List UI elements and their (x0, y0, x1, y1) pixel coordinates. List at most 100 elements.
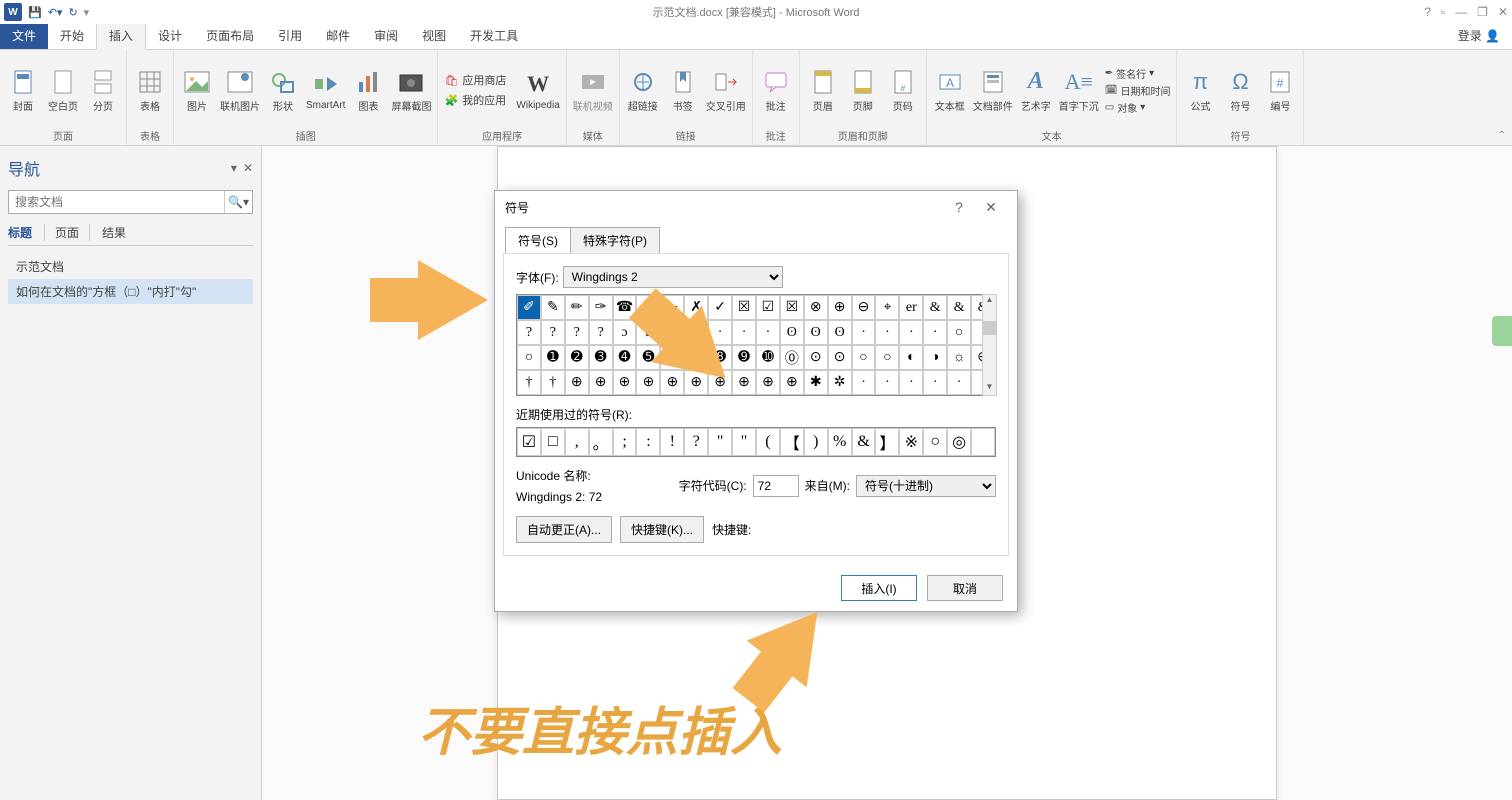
collapse-ribbon-icon[interactable]: ⌃ (1498, 130, 1506, 141)
symbol-cell[interactable]: · (899, 370, 923, 395)
tab-view[interactable]: 视图 (410, 22, 458, 49)
screenshot-button[interactable]: 屏幕截图 (391, 68, 431, 113)
recent-symbol-cell[interactable]: ) (804, 428, 828, 456)
blank-page-button[interactable]: 空白页 (46, 68, 80, 113)
tab-mailings[interactable]: 邮件 (314, 22, 362, 49)
tab-references[interactable]: 引用 (266, 22, 314, 49)
footer-button[interactable]: 页脚 (846, 68, 880, 113)
symbol-cell[interactable]: ✎ (541, 295, 565, 320)
symbol-cell[interactable]: ○ (947, 320, 971, 345)
header-button[interactable]: 页眉 (806, 68, 840, 113)
scroll-indicator[interactable] (1492, 316, 1512, 346)
symbol-cell[interactable]: ʘ (828, 320, 852, 345)
online-video-button[interactable]: 联机视频 (573, 68, 613, 113)
recent-symbol-cell[interactable]: : (636, 428, 660, 456)
symbol-cell[interactable]: ☼ (947, 345, 971, 370)
restore-icon[interactable]: ❐ (1477, 5, 1488, 19)
online-picture-button[interactable]: 联机图片 (220, 68, 260, 113)
symbol-cell[interactable]: † (541, 370, 565, 395)
pagenum-button[interactable]: #页码 (886, 68, 920, 113)
wikipedia-button[interactable]: WWikipedia (516, 70, 559, 111)
nav-close-icon[interactable]: ✕ (243, 161, 253, 175)
recent-symbol-cell[interactable]: ( (756, 428, 780, 456)
save-icon[interactable]: 💾 (28, 6, 42, 19)
page-break-button[interactable]: 分页 (86, 68, 120, 113)
insert-button[interactable]: 插入(I) (841, 575, 917, 601)
object-button[interactable]: ▭对象 ▾ (1105, 100, 1171, 115)
symbol-cell[interactable]: ⊕ (828, 295, 852, 320)
hyperlink-button[interactable]: 超链接 (626, 68, 660, 113)
symbol-scrollbar[interactable]: ▲ ▼ (982, 294, 997, 396)
equation-button[interactable]: π公式 (1183, 68, 1217, 113)
tab-developer[interactable]: 开发工具 (458, 22, 530, 49)
symbol-cell[interactable]: ʘ (780, 320, 804, 345)
dialog-tab-special[interactable]: 特殊字符(P) (571, 227, 660, 254)
symbol-cell[interactable]: ⊕ (732, 370, 756, 395)
tab-insert[interactable]: 插入 (96, 21, 146, 50)
symbol-cell[interactable]: ⊕ (756, 370, 780, 395)
nav-dropdown-icon[interactable]: ▾ (231, 161, 237, 175)
textbox-button[interactable]: A文本框 (933, 68, 967, 113)
quickparts-button[interactable]: 文档部件 (973, 68, 1013, 113)
crossref-button[interactable]: 交叉引用 (706, 68, 746, 113)
symbol-cell[interactable]: ○ (852, 345, 876, 370)
symbol-cell[interactable]: ○ (517, 345, 541, 370)
app-store-button[interactable]: 🛍应用商店 (444, 72, 506, 88)
recent-symbol-cell[interactable]: , (565, 428, 589, 456)
symbol-cell[interactable]: ⊙ (804, 345, 828, 370)
symbol-cell[interactable]: ☑ (756, 295, 780, 320)
symbol-cell[interactable]: · (923, 370, 947, 395)
my-apps-button[interactable]: 🧩我的应用 (444, 92, 506, 108)
symbol-cell[interactable]: · (899, 320, 923, 345)
symbol-cell[interactable]: ? (517, 320, 541, 345)
symbol-cell[interactable]: ⊗ (804, 295, 828, 320)
symbol-cell[interactable]: ✑ (589, 295, 613, 320)
symbol-cell[interactable]: · (923, 320, 947, 345)
recent-symbol-cell[interactable]: ☑ (517, 428, 541, 456)
symbol-cell[interactable]: ➓ (756, 345, 780, 370)
tab-review[interactable]: 审阅 (362, 22, 410, 49)
recent-symbol-cell[interactable] (971, 428, 995, 456)
shapes-button[interactable]: 形状 (266, 68, 300, 113)
symbol-cell[interactable]: · (875, 370, 899, 395)
shortcutkey-button[interactable]: 快捷键(K)... (620, 516, 704, 543)
recent-symbol-cell[interactable]: ○ (923, 428, 947, 456)
symbol-cell[interactable]: ✐ (517, 295, 541, 320)
symbol-cell[interactable]: ◑ (923, 345, 947, 370)
symbol-cell[interactable]: & (923, 295, 947, 320)
recent-symbol-cell[interactable]: ; (613, 428, 637, 456)
symbol-cell[interactable]: ⊕ (636, 370, 660, 395)
symbol-cell[interactable]: ◐ (899, 345, 923, 370)
symbol-cell[interactable]: ○ (875, 345, 899, 370)
cover-page-button[interactable]: 封面 (6, 68, 40, 113)
symbol-cell[interactable]: ⓪ (780, 345, 804, 370)
table-button[interactable]: 表格 (133, 68, 167, 113)
symbol-cell[interactable]: · (875, 320, 899, 345)
symbol-cell[interactable]: ➌ (589, 345, 613, 370)
bookmark-button[interactable]: 书签 (666, 68, 700, 113)
symbol-cell[interactable]: & (947, 295, 971, 320)
nav-item-1[interactable]: 示范文档 (8, 254, 253, 279)
recent-symbol-cell[interactable]: " (732, 428, 756, 456)
recent-symbol-cell[interactable]: 。 (589, 428, 613, 456)
dialog-close-icon[interactable]: ✕ (975, 199, 1007, 216)
symbol-cell[interactable]: · (756, 320, 780, 345)
undo-icon[interactable]: ↶▾ (48, 6, 63, 19)
number-button[interactable]: #编号 (1263, 68, 1297, 113)
picture-button[interactable]: 图片 (180, 68, 214, 113)
autocorrect-button[interactable]: 自动更正(A)... (516, 516, 612, 543)
recent-symbol-cell[interactable]: " (708, 428, 732, 456)
recent-symbol-cell[interactable]: ※ (899, 428, 923, 456)
symbol-cell[interactable]: ✏ (565, 295, 589, 320)
symbol-cell[interactable]: ⊕ (589, 370, 613, 395)
symbol-cell[interactable]: ☒ (780, 295, 804, 320)
dialog-help-icon[interactable]: ? (943, 199, 975, 215)
symbol-cell[interactable]: ⊕ (780, 370, 804, 395)
help-icon[interactable]: ? (1424, 5, 1431, 19)
symbol-cell[interactable]: ➋ (565, 345, 589, 370)
recent-symbol-cell[interactable]: ! (660, 428, 684, 456)
dialog-tab-symbols[interactable]: 符号(S) (505, 227, 571, 254)
symbol-cell[interactable]: ? (589, 320, 613, 345)
nav-tab-pages[interactable]: 页面 (44, 224, 90, 241)
signature-button[interactable]: ✒签名行 ▾ (1105, 66, 1171, 81)
